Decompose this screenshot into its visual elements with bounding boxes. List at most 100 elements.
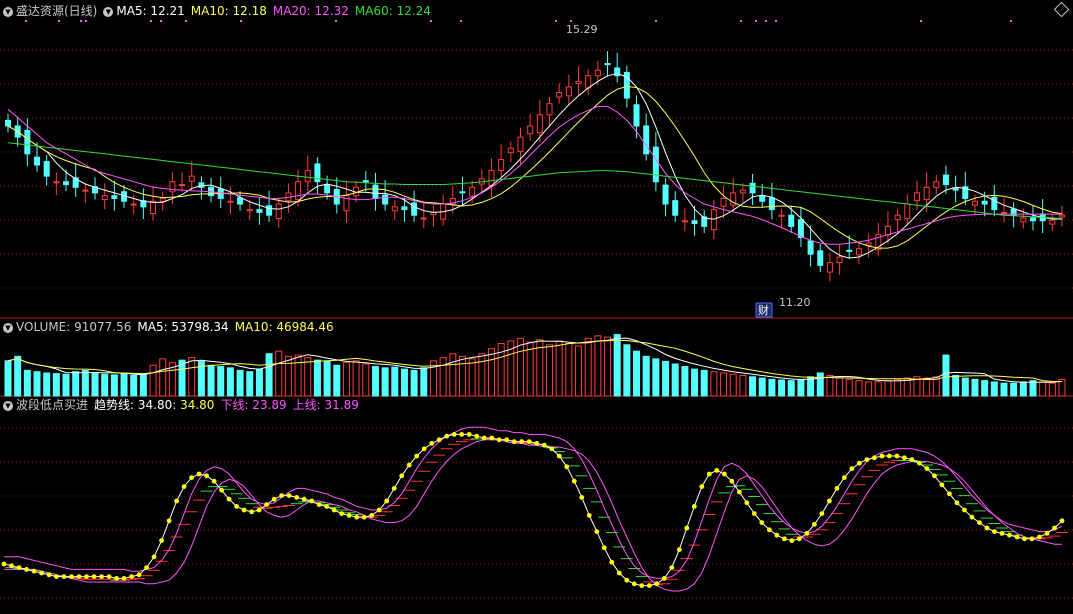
candle-body[interactable] bbox=[237, 197, 244, 205]
trend-dot[interactable] bbox=[1007, 532, 1012, 538]
trend-dot[interactable] bbox=[234, 504, 240, 509]
trend-dot[interactable] bbox=[586, 513, 592, 518]
trend-dot[interactable] bbox=[534, 441, 540, 446]
candle-body[interactable] bbox=[304, 170, 311, 183]
trend-dot[interactable] bbox=[729, 478, 735, 484]
volume-bar[interactable] bbox=[787, 380, 795, 397]
candle-body[interactable] bbox=[188, 175, 195, 182]
candle-body[interactable] bbox=[169, 181, 176, 193]
volume-bar[interactable] bbox=[816, 372, 824, 397]
trend-dot[interactable] bbox=[121, 576, 127, 581]
trend-dot[interactable] bbox=[594, 529, 600, 534]
volume-bar[interactable] bbox=[700, 369, 708, 397]
trend-dot[interactable] bbox=[316, 502, 322, 507]
volume-bar[interactable] bbox=[575, 345, 583, 397]
trend-dot[interactable] bbox=[1014, 534, 1020, 540]
volume-bar[interactable] bbox=[4, 360, 12, 397]
trend-dot[interactable] bbox=[864, 457, 870, 462]
trend-dot[interactable] bbox=[819, 511, 825, 516]
trend-dot[interactable] bbox=[279, 493, 285, 498]
trend-dot[interactable] bbox=[699, 484, 705, 489]
volume-bar[interactable] bbox=[159, 358, 167, 397]
volume-bar[interactable] bbox=[352, 360, 360, 397]
volume-bar[interactable] bbox=[681, 366, 689, 397]
trend-dot[interactable] bbox=[436, 437, 442, 443]
volume-bar[interactable] bbox=[729, 373, 737, 397]
trend-dot[interactable] bbox=[624, 577, 630, 583]
trend-dot[interactable] bbox=[601, 545, 607, 551]
volume-bar[interactable] bbox=[81, 369, 89, 397]
trend-dot[interactable] bbox=[286, 493, 292, 498]
candle-body[interactable] bbox=[420, 217, 427, 220]
trend-dot[interactable] bbox=[939, 482, 945, 488]
candle-body[interactable] bbox=[604, 63, 611, 66]
trend-dot[interactable] bbox=[661, 576, 667, 581]
trend-dot[interactable] bbox=[917, 460, 922, 466]
volume-bar[interactable] bbox=[990, 381, 998, 397]
trend-dot[interactable] bbox=[1044, 531, 1050, 536]
volume-bar[interactable] bbox=[246, 371, 254, 397]
volume-bar[interactable] bbox=[62, 373, 70, 397]
volume-bar[interactable] bbox=[623, 344, 631, 397]
volume-bar[interactable] bbox=[836, 377, 844, 397]
volume-bar[interactable] bbox=[720, 372, 728, 397]
volume-bar[interactable] bbox=[420, 367, 428, 397]
volume-bar[interactable] bbox=[23, 369, 31, 397]
trend-dot[interactable] bbox=[301, 496, 307, 502]
trend-dot[interactable] bbox=[571, 478, 577, 484]
candle-body[interactable] bbox=[401, 206, 408, 211]
trend-dot[interactable] bbox=[271, 496, 277, 502]
trend-dot[interactable] bbox=[61, 574, 67, 579]
trend-dot[interactable] bbox=[849, 466, 855, 471]
trend-dot[interactable] bbox=[1059, 518, 1065, 524]
candle-body[interactable] bbox=[720, 197, 727, 207]
candle-body[interactable] bbox=[459, 191, 466, 194]
trend-dot[interactable] bbox=[99, 574, 104, 579]
trend-dot[interactable] bbox=[646, 583, 652, 588]
candle-body[interactable] bbox=[372, 184, 379, 199]
volume-bar[interactable] bbox=[110, 374, 118, 397]
trend-dot[interactable] bbox=[811, 522, 817, 527]
trend-dot[interactable] bbox=[451, 432, 457, 437]
trend-dot[interactable] bbox=[519, 439, 525, 444]
volume-bar[interactable] bbox=[275, 350, 283, 397]
trend-dot[interactable] bbox=[114, 576, 119, 581]
trend-dot[interactable] bbox=[31, 568, 37, 574]
volume-bar[interactable] bbox=[468, 358, 476, 397]
candle-body[interactable] bbox=[63, 181, 70, 186]
trend-dot[interactable] bbox=[751, 511, 757, 516]
trend-dot[interactable] bbox=[339, 511, 345, 516]
candle-body[interactable] bbox=[5, 119, 11, 127]
trend-dot[interactable] bbox=[91, 574, 97, 579]
trend-dot[interactable] bbox=[706, 471, 712, 477]
trend-dot[interactable] bbox=[54, 574, 59, 579]
candle-body[interactable] bbox=[836, 256, 843, 264]
trend-dot[interactable] bbox=[106, 574, 112, 579]
volume-bar[interactable] bbox=[633, 350, 641, 397]
trend-dot[interactable] bbox=[241, 507, 247, 513]
trend-dot[interactable] bbox=[76, 574, 82, 579]
volume-bar[interactable] bbox=[294, 354, 302, 397]
volume-bar[interactable] bbox=[613, 334, 621, 397]
candle-body[interactable] bbox=[517, 136, 524, 153]
candle-body[interactable] bbox=[575, 80, 582, 85]
trend-dot[interactable] bbox=[992, 529, 997, 534]
trend-dot[interactable] bbox=[1037, 534, 1042, 540]
stock-chart-canvas[interactable]: 15.29 11.20 财 bbox=[0, 0, 1073, 614]
volume-bar[interactable] bbox=[101, 373, 109, 397]
trend-dot[interactable] bbox=[902, 455, 907, 461]
candle-body[interactable] bbox=[256, 209, 263, 213]
trend-dot[interactable] bbox=[174, 498, 179, 504]
trend-dot[interactable] bbox=[834, 486, 840, 491]
candle-body[interactable] bbox=[981, 200, 988, 205]
candle-body[interactable] bbox=[797, 219, 804, 238]
trend-dot[interactable] bbox=[1052, 525, 1057, 531]
candle-body[interactable] bbox=[807, 240, 814, 255]
candle-body[interactable] bbox=[1029, 217, 1036, 222]
volume-bar[interactable] bbox=[410, 369, 418, 397]
volume-bar[interactable] bbox=[120, 373, 128, 397]
trend-dot[interactable] bbox=[324, 504, 330, 509]
candle-body[interactable] bbox=[24, 129, 31, 155]
volume-bar[interactable] bbox=[226, 367, 234, 397]
trend-dot[interactable] bbox=[384, 498, 390, 504]
